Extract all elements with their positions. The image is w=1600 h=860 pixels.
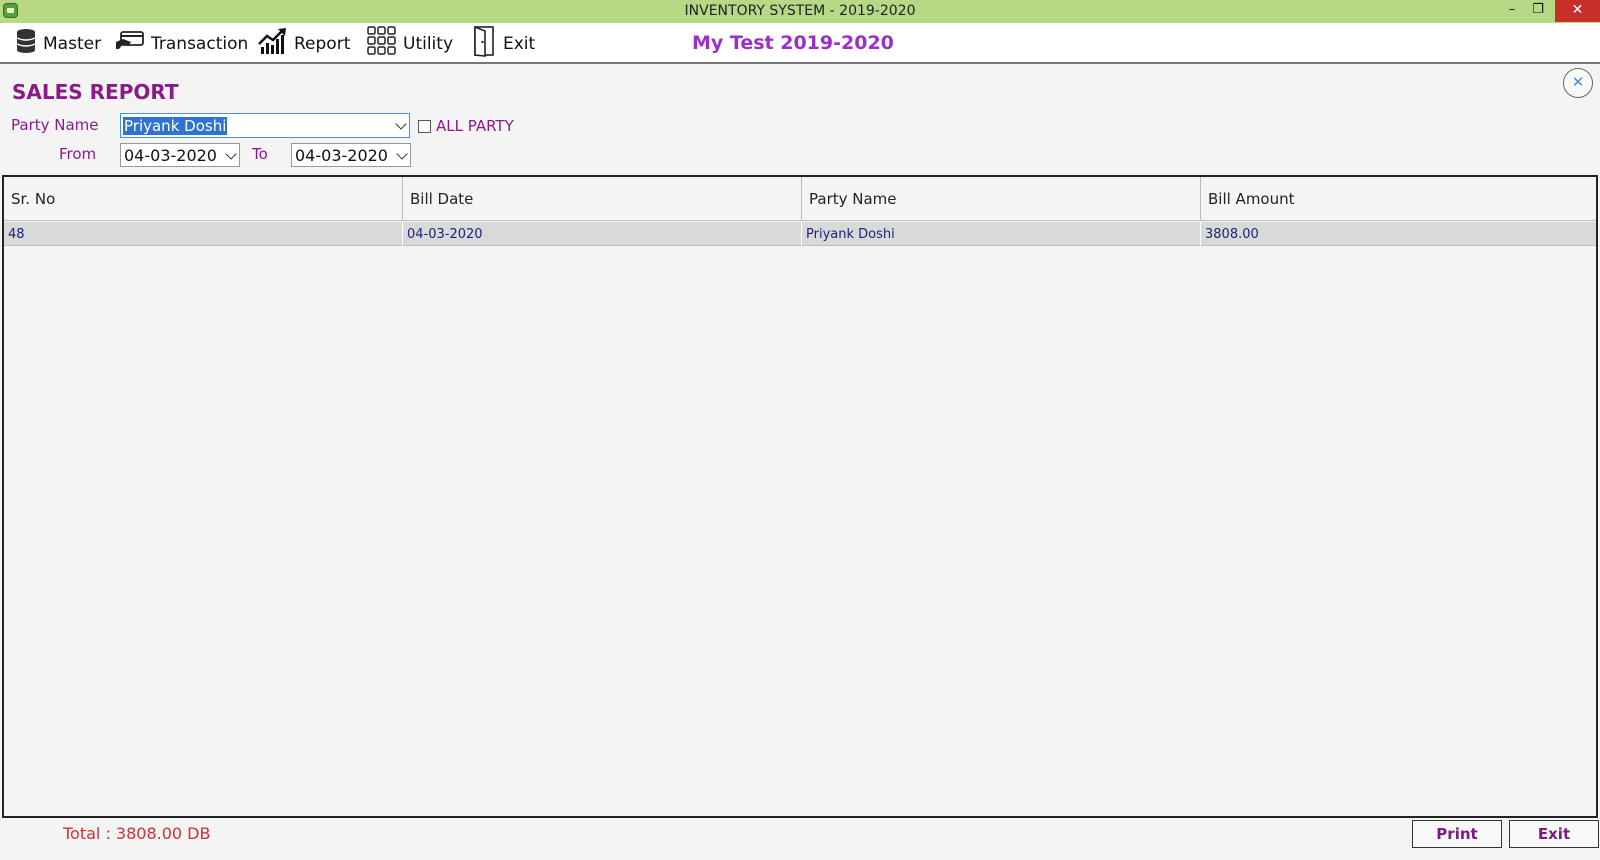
menu-bar: Master Transaction Report Utility Exit M…	[0, 23, 1600, 64]
exit-button-label: Exit	[1537, 825, 1571, 843]
chevron-down-icon	[395, 118, 407, 130]
grid-header: Sr. No Bill Date Party Name Bill Amount	[4, 177, 1596, 221]
from-date-label: From	[59, 145, 97, 163]
column-header-party-name[interactable]: Party Name	[802, 177, 1201, 221]
exit-button[interactable]: Exit	[1509, 820, 1599, 848]
party-name-value: Priyank Doshi	[123, 117, 228, 135]
menu-transaction-label: Transaction	[151, 33, 249, 54]
print-button[interactable]: Print	[1412, 820, 1502, 848]
sales-grid[interactable]: Sr. No Bill Date Party Name Bill Amount …	[2, 175, 1598, 818]
print-button-label: Print	[1436, 825, 1478, 843]
column-header-sr-no[interactable]: Sr. No	[4, 177, 403, 221]
menu-exit[interactable]: Exit	[473, 23, 535, 64]
page-title: SALES REPORT	[12, 80, 179, 104]
window-title: INVENTORY SYSTEM - 2019-2020	[684, 3, 916, 19]
cell-bill-date: 04-03-2020	[403, 222, 802, 246]
title-bar: INVENTORY SYSTEM - 2019-2020 – ❐ ✕	[0, 0, 1600, 23]
panel-close-button[interactable]: ✕	[1563, 68, 1593, 98]
company-name: My Test 2019-2020	[692, 32, 894, 54]
door-exit-icon	[473, 25, 497, 62]
cell-party-name: Priyank Doshi	[802, 222, 1201, 246]
party-name-select[interactable]: Priyank Doshi	[120, 113, 410, 138]
window-close-button[interactable]: ✕	[1555, 0, 1600, 22]
payment-card-icon	[115, 30, 145, 57]
cell-sr-no: 48	[4, 222, 403, 246]
party-name-label: Party Name	[11, 116, 99, 134]
database-icon	[15, 28, 37, 59]
menu-master[interactable]: Master	[15, 23, 101, 64]
menu-report[interactable]: Report	[258, 23, 350, 64]
table-row[interactable]: 48 04-03-2020 Priyank Doshi 3808.00	[4, 222, 1596, 246]
column-header-bill-date[interactable]: Bill Date	[403, 177, 802, 221]
all-party-checkbox[interactable]	[418, 120, 431, 133]
to-date-value: 04-03-2020	[295, 146, 388, 165]
cell-bill-amount: 3808.00	[1205, 227, 1259, 242]
to-date-label: To	[252, 145, 268, 163]
menu-transaction[interactable]: Transaction	[115, 23, 248, 64]
menu-report-label: Report	[294, 33, 351, 54]
menu-utility[interactable]: Utility	[367, 23, 453, 64]
menu-utility-label: Utility	[403, 33, 454, 54]
chevron-down-icon	[225, 148, 237, 160]
column-header-bill-amount[interactable]: Bill Amount	[1201, 177, 1596, 221]
from-date-picker[interactable]: 04-03-2020	[120, 143, 240, 167]
grid-apps-icon	[367, 26, 397, 61]
restore-button[interactable]: ❐	[1522, 0, 1554, 22]
menu-master-label: Master	[43, 33, 102, 54]
all-party-label: ALL PARTY	[436, 117, 514, 135]
total-amount: Total : 3808.00 DB	[63, 824, 211, 843]
from-date-value: 04-03-2020	[124, 146, 217, 165]
chart-growth-icon	[258, 27, 288, 60]
to-date-picker[interactable]: 04-03-2020	[291, 143, 411, 167]
chevron-down-icon	[396, 148, 408, 160]
menu-exit-label: Exit	[503, 33, 536, 54]
